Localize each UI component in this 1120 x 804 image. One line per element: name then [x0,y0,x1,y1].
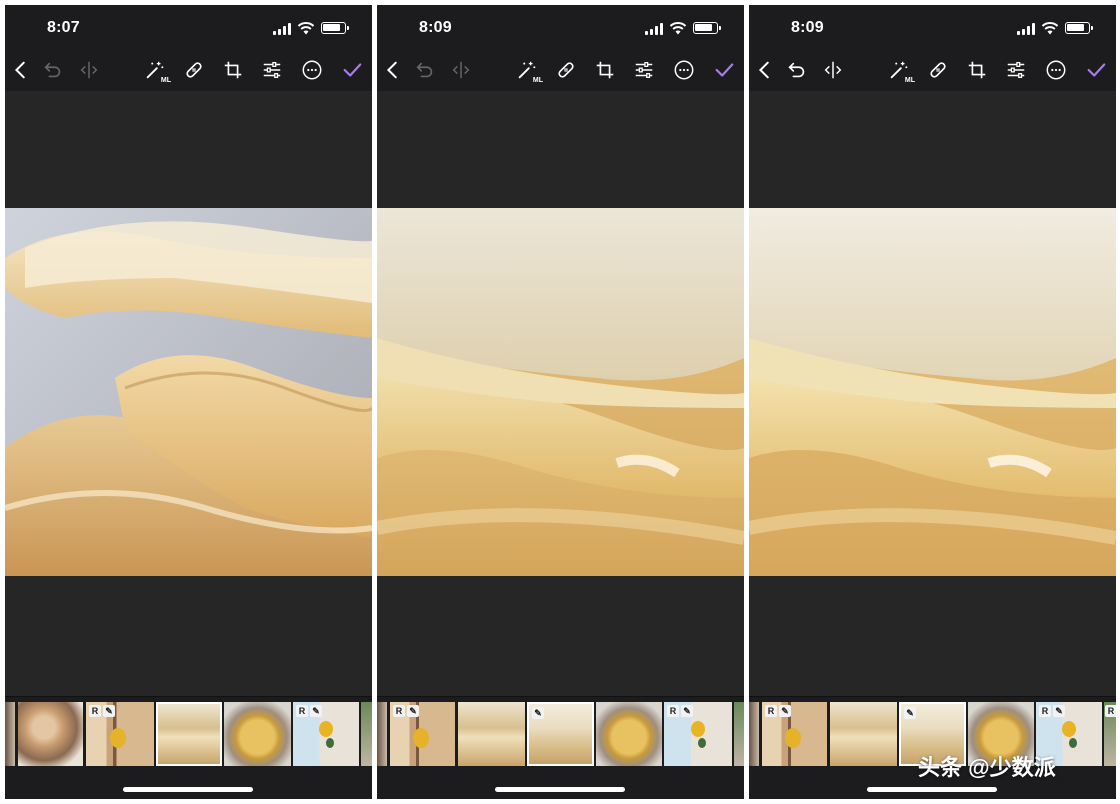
screenshot-panel-1: 8:07 ML R ✎ R ✎ [5,5,372,799]
undo-icon[interactable] [785,58,809,82]
watermark: 头条 @少数派 [918,755,1056,780]
done-check-icon[interactable] [712,58,736,82]
status-bar: 8:07 [5,5,372,49]
compare-icon[interactable] [77,58,101,82]
cellular-signal-icon [273,23,291,35]
photo-canvas [5,91,372,696]
filmstrip-thumb[interactable] [18,702,83,766]
filmstrip-thumb[interactable] [596,702,662,766]
more-icon[interactable] [672,58,696,82]
heal-bandage-icon[interactable] [926,58,950,82]
photo-filmstrip[interactable]: R ✎ R ✎ [5,696,372,769]
status-bar: 8:09 [749,5,1116,49]
ml-magic-wand-icon[interactable]: ML [143,58,171,84]
photo-filmstrip[interactable]: R ✎ ✎ R ✎ [377,696,744,769]
undo-icon[interactable] [41,58,65,82]
raw-badge: R [1105,705,1116,717]
raw-badge: R [765,705,777,717]
ml-label: ML [904,77,915,84]
raw-badge: R [296,705,308,717]
edited-badge: ✎ [103,705,115,717]
raw-badge: R [393,705,405,717]
wifi-icon [669,22,687,35]
edited-badge: ✎ [681,705,693,717]
done-check-icon[interactable] [340,58,364,82]
filmstrip-thumb[interactable]: R ✎ [86,702,154,766]
edited-badge: ✎ [532,707,544,719]
photo-yuba-original[interactable] [5,208,372,576]
home-indicator [867,787,997,792]
photo-canvas [749,91,1116,696]
screenshot-panel-3: 8:09 ML R ✎ ✎ R ✎ R [749,5,1116,799]
ml-magic-wand-icon[interactable]: ML [887,58,915,84]
battery-icon [1065,22,1093,34]
edited-badge: ✎ [407,705,419,717]
cellular-signal-icon [1017,23,1035,35]
filmstrip-thumb-selected[interactable]: ✎ [527,702,594,766]
filmstrip-thumb[interactable] [749,702,759,766]
filmstrip-thumb[interactable] [224,702,291,766]
back-icon[interactable] [9,58,33,82]
photo-yuba-closeup[interactable] [377,208,744,576]
edited-badge: ✎ [904,707,916,719]
filmstrip-thumb[interactable] [734,702,744,766]
more-icon[interactable] [300,58,324,82]
filmstrip-thumb[interactable]: R ✎ [762,702,827,766]
home-indicator [495,787,625,792]
filmstrip-thumb[interactable] [361,702,372,766]
raw-badge: R [667,705,679,717]
filmstrip-thumb[interactable]: R [1104,702,1116,766]
back-icon[interactable] [753,58,777,82]
battery-icon [321,22,349,34]
battery-icon [693,22,721,34]
compare-icon[interactable] [821,58,845,82]
photo-yuba-enhanced[interactable] [749,208,1116,576]
filmstrip-thumb[interactable]: R ✎ [390,702,455,766]
undo-icon[interactable] [413,58,437,82]
adjust-sliders-icon[interactable] [260,58,284,82]
filmstrip-thumb[interactable] [5,702,15,766]
status-time: 8:07 [47,19,80,36]
crop-icon[interactable] [965,58,989,82]
wifi-icon [1041,22,1059,35]
screenshot-panel-2: 8:09 ML R ✎ ✎ R ✎ [377,5,744,799]
filmstrip-thumb-selected[interactable] [156,702,222,766]
crop-icon[interactable] [221,58,245,82]
raw-badge: R [89,705,101,717]
status-time: 8:09 [419,19,452,36]
filmstrip-thumb[interactable]: R ✎ [664,702,732,766]
back-icon[interactable] [381,58,405,82]
edited-badge: ✎ [779,705,791,717]
crop-icon[interactable] [593,58,617,82]
ml-magic-wand-icon[interactable]: ML [515,58,543,84]
done-check-icon[interactable] [1084,58,1108,82]
heal-bandage-icon[interactable] [182,58,206,82]
ml-label: ML [532,77,543,84]
wifi-icon [297,22,315,35]
raw-badge: R [1039,705,1051,717]
adjust-sliders-icon[interactable] [632,58,656,82]
filmstrip-thumb[interactable] [458,702,525,766]
more-icon[interactable] [1044,58,1068,82]
editor-toolbar: ML [749,49,1116,91]
filmstrip-thumb[interactable]: R ✎ [293,702,359,766]
editor-toolbar: ML [377,49,744,91]
photo-canvas [377,91,744,696]
filmstrip-thumb[interactable] [830,702,897,766]
cellular-signal-icon [645,23,663,35]
edited-badge: ✎ [310,705,322,717]
home-indicator [123,787,253,792]
compare-icon[interactable] [449,58,473,82]
adjust-sliders-icon[interactable] [1004,58,1028,82]
editor-toolbar: ML [5,49,372,91]
edited-badge: ✎ [1053,705,1065,717]
heal-bandage-icon[interactable] [554,58,578,82]
filmstrip-thumb[interactable] [377,702,387,766]
status-time: 8:09 [791,19,824,36]
ml-label: ML [160,77,171,84]
status-bar: 8:09 [377,5,744,49]
